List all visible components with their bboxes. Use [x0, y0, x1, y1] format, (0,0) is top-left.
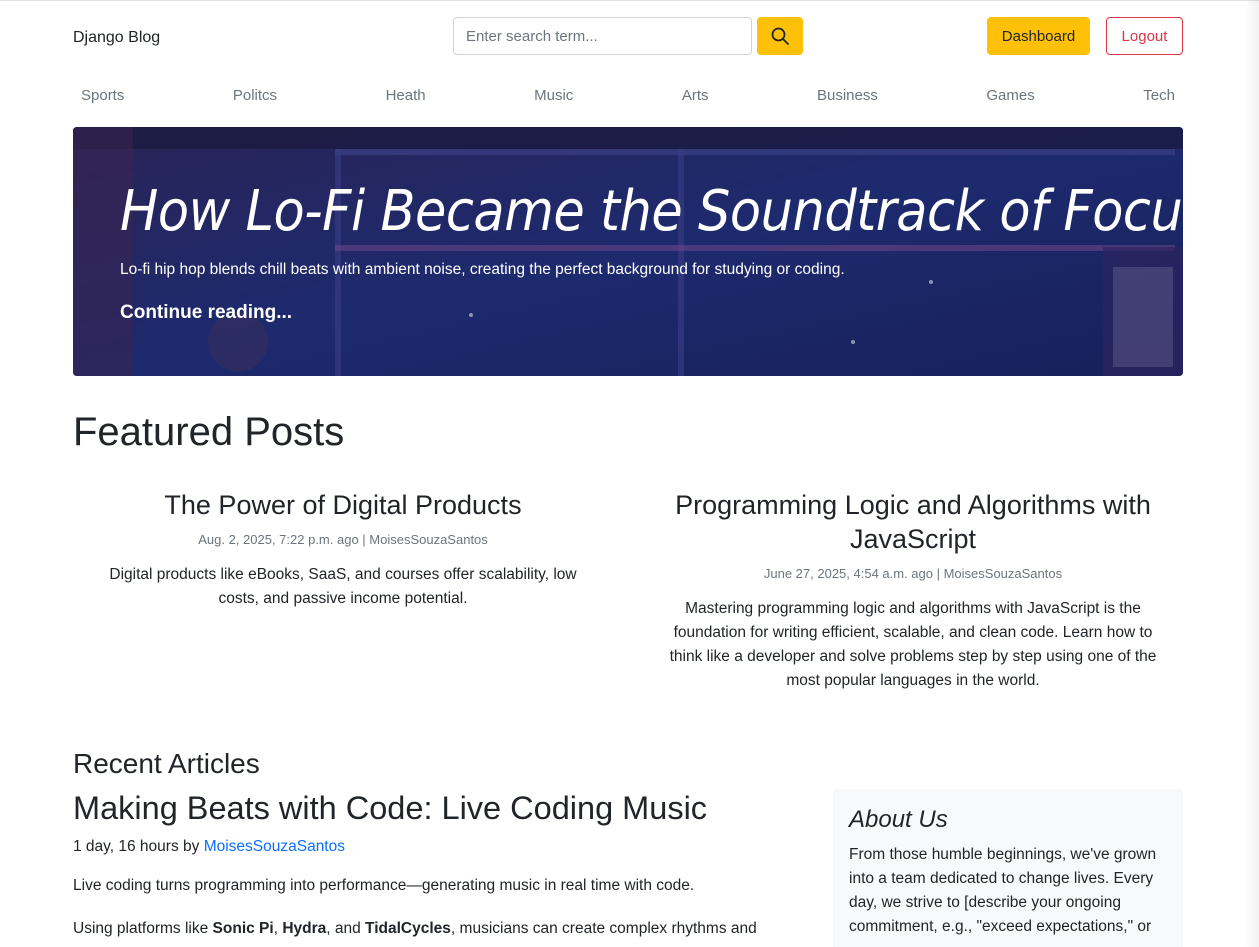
post-title[interactable]: Programming Logic and Algorithms with Ja… [643, 488, 1183, 556]
scrollbar-track[interactable] [1245, 0, 1259, 947]
continue-reading-link[interactable]: Continue reading... [120, 302, 292, 324]
hero-title: How Lo-Fi Became the Soundtrack of Focus [120, 179, 1183, 244]
bold-term: TidalCycles [365, 920, 451, 937]
about-text: From those humble beginnings, we've grow… [849, 846, 1157, 935]
hero-background-image [73, 127, 1183, 376]
search-icon [771, 27, 789, 45]
article-meta: 1 day, 16 hours by MoisesSouzaSantos [73, 838, 345, 856]
recent-heading: Recent Articles [73, 748, 260, 779]
nav-item-politics[interactable]: Politcs [233, 84, 277, 108]
nav-item-music[interactable]: Music [534, 84, 573, 108]
text-run: Using platforms like [73, 920, 213, 937]
logout-button[interactable]: Logout [1106, 17, 1183, 55]
bold-term: Sonic Pi [212, 920, 274, 937]
hero-banner: How Lo-Fi Became the Soundtrack of Focus… [73, 127, 1183, 376]
about-heading: About Us [849, 806, 948, 833]
post-title[interactable]: The Power of Digital Products [73, 488, 613, 522]
about-us-panel: About Us From those humble beginnings, w… [833, 789, 1183, 947]
text-run: , and [326, 920, 366, 937]
search-button[interactable] [757, 17, 803, 55]
featured-heading: Featured Posts [73, 410, 345, 454]
post-meta: Aug. 2, 2025, 7:22 p.m. ago | MoisesSouz… [198, 532, 488, 547]
post-excerpt: Mastering programming logic and algorith… [669, 600, 1157, 689]
nav-item-games[interactable]: Games [986, 84, 1034, 108]
text-run: , musicians can create complex rhythms a… [450, 920, 757, 937]
featured-post-card: The Power of Digital Products Aug. 2, 20… [73, 488, 613, 611]
post-meta: June 27, 2025, 4:54 a.m. ago | MoisesSou… [763, 566, 1063, 581]
category-nav: Sports Politcs Heath Music Arts Business… [73, 84, 1183, 108]
featured-post-card: Programming Logic and Algorithms with Ja… [643, 488, 1183, 693]
top-border [0, 0, 1259, 1]
article-paragraph: Live coding turns programming into perfo… [73, 877, 695, 894]
nav-item-business[interactable]: Business [817, 84, 878, 108]
search-input[interactable] [453, 17, 752, 55]
author-link[interactable]: MoisesSouzaSantos [204, 838, 345, 855]
dashboard-button[interactable]: Dashboard [987, 17, 1090, 55]
bold-term: Hydra [282, 920, 327, 937]
nav-item-arts[interactable]: Arts [682, 84, 709, 108]
article-date: 1 day, 16 hours by [73, 838, 204, 855]
article-title[interactable]: Making Beats with Code: Live Coding Musi… [73, 790, 707, 827]
brand-logo[interactable]: Django Blog [73, 29, 160, 47]
nav-item-health[interactable]: Heath [386, 84, 426, 108]
nav-item-sports[interactable]: Sports [81, 84, 124, 108]
hero-subtitle: Lo-fi hip hop blends chill beats with am… [120, 261, 845, 278]
post-excerpt: Digital products like eBooks, SaaS, and … [109, 566, 577, 607]
article-paragraph: Using platforms like Sonic Pi, Hydra, an… [73, 917, 793, 941]
nav-item-tech[interactable]: Tech [1143, 84, 1175, 108]
